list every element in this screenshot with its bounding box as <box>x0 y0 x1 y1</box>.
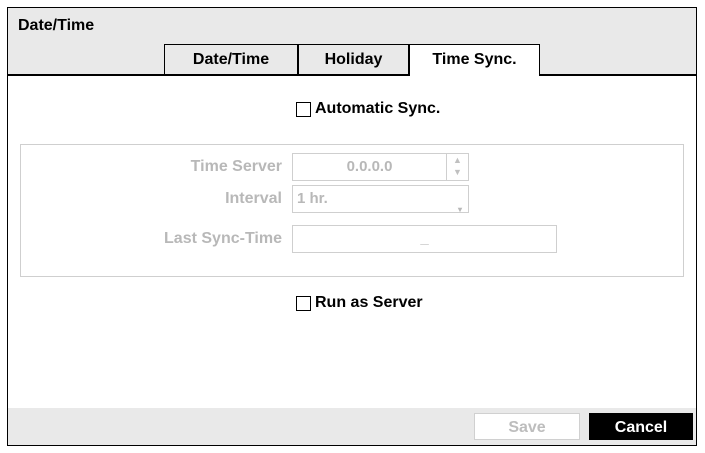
automatic-sync-checkbox[interactable] <box>296 101 311 117</box>
last-sync-time-value: _ <box>420 230 429 247</box>
cancel-button[interactable]: Cancel <box>589 413 693 440</box>
tab-bar: Date/Time Holiday Time Sync. <box>8 44 696 76</box>
run-as-server-row[interactable]: Run as Server <box>296 294 423 312</box>
tab-holiday[interactable]: Holiday <box>298 44 409 74</box>
time-sync-panel: Automatic Sync. Time Server 0.0.0.0 ▲ ▼ I… <box>8 76 696 408</box>
spinner-arrows-icon[interactable]: ▲ ▼ <box>446 154 468 180</box>
time-server-value: 0.0.0.0 <box>346 158 393 175</box>
time-server-field[interactable]: 0.0.0.0 ▲ ▼ <box>292 153 469 181</box>
tab-date-time[interactable]: Date/Time <box>164 44 298 74</box>
dialog-title: Date/Time <box>18 17 95 34</box>
automatic-sync-label: Automatic Sync. <box>315 100 441 117</box>
last-sync-time-field: _ <box>292 225 557 253</box>
run-as-server-label: Run as Server <box>315 294 423 311</box>
tab-time-sync[interactable]: Time Sync. <box>409 44 540 76</box>
save-button[interactable]: Save <box>474 413 580 440</box>
automatic-sync-row[interactable]: Automatic Sync. <box>296 100 440 118</box>
interval-label: Interval <box>225 190 282 207</box>
run-as-server-checkbox[interactable] <box>296 295 311 311</box>
time-server-label: Time Server <box>190 158 282 175</box>
interval-value: 1 hr. <box>297 190 328 207</box>
interval-select[interactable]: 1 hr. ▾ <box>292 185 469 214</box>
dropdown-arrow-icon[interactable]: ▾ <box>458 197 462 223</box>
date-time-dialog: Date/Time Date/Time Holiday Time Sync. A… <box>7 7 697 446</box>
last-sync-time-label: Last Sync-Time <box>164 230 282 247</box>
sync-settings-group: Time Server 0.0.0.0 ▲ ▼ Interval 1 hr. ▾ … <box>20 144 684 277</box>
